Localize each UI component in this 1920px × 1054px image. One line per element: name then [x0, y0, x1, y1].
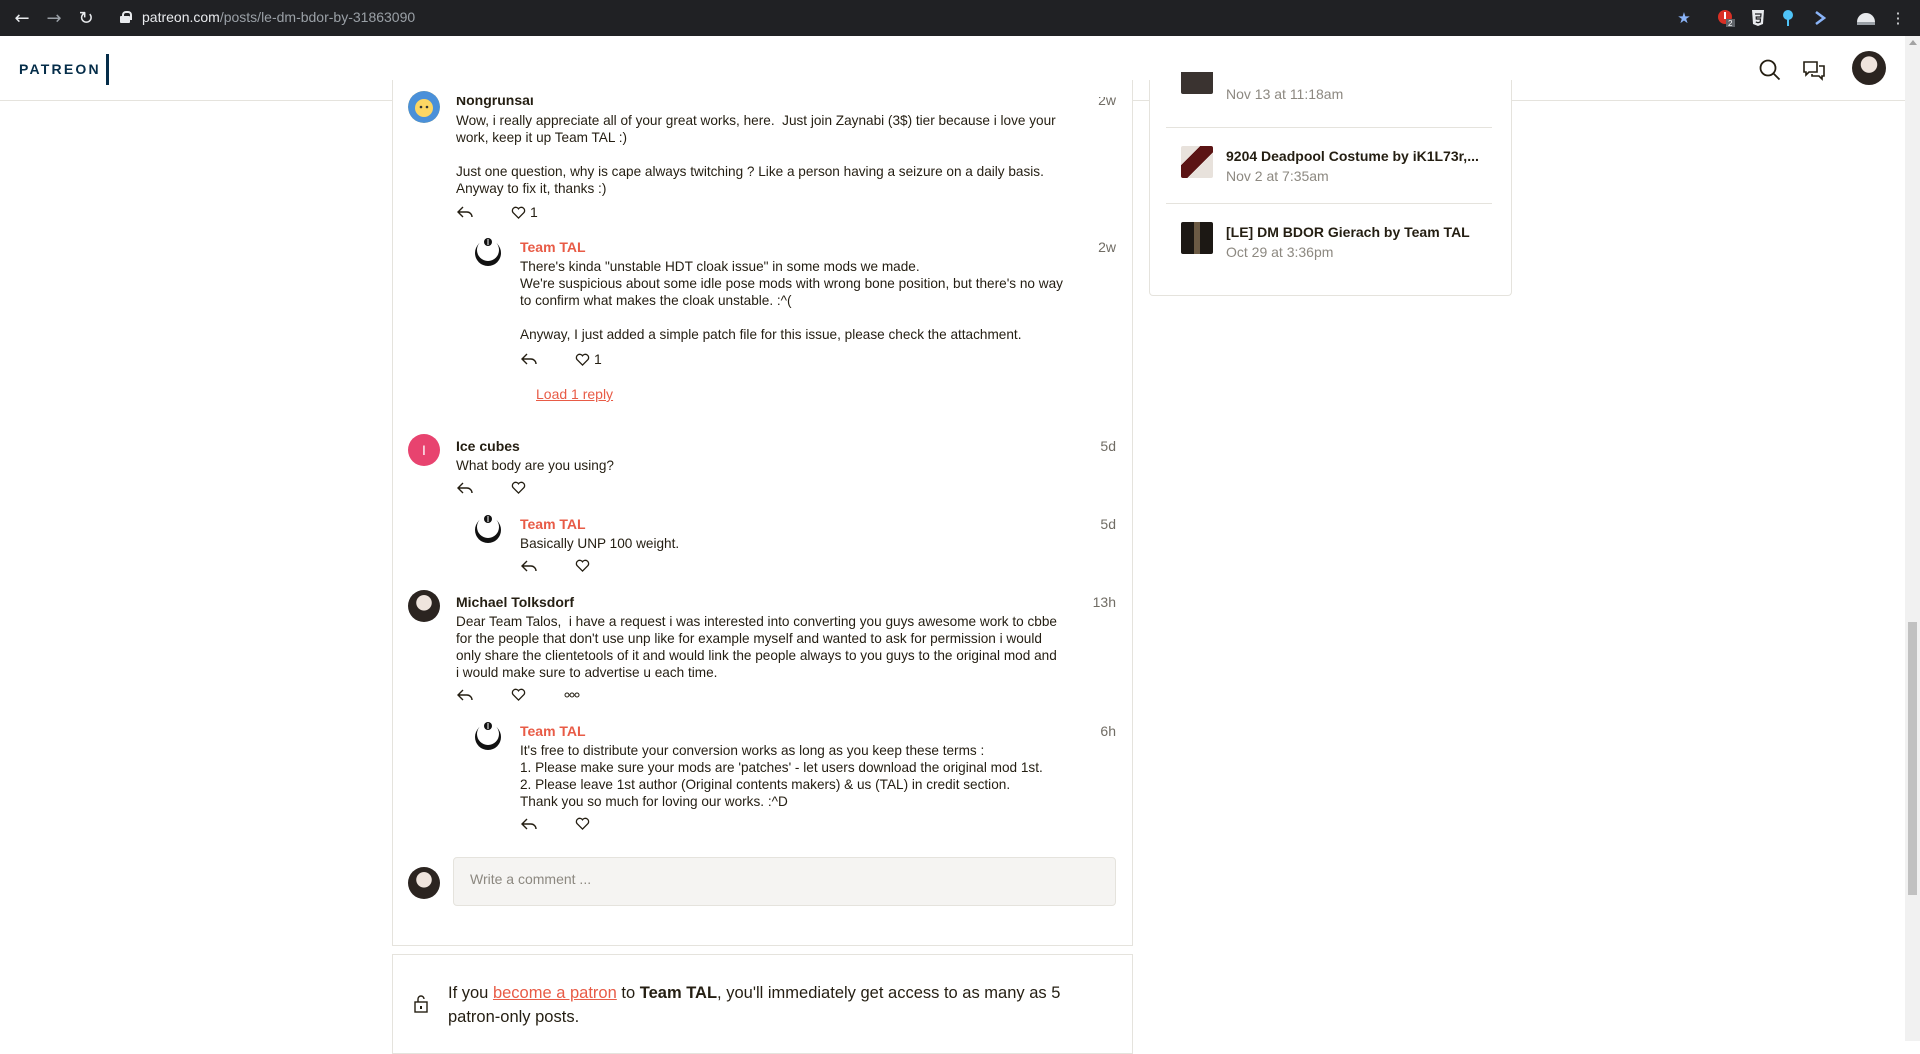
- become-patron-link[interactable]: become a patron: [493, 984, 617, 1002]
- extension-red-icon[interactable]: 2: [1716, 8, 1736, 28]
- comment-text: Wow, i really appreciate all of your gre…: [456, 113, 1056, 196]
- reply-icon[interactable]: [521, 818, 537, 830]
- post-date: Oct 29 at 3:36pm: [1226, 244, 1334, 260]
- reply-icon[interactable]: [521, 560, 537, 572]
- comment-author[interactable]: Michael Tolksdorf: [456, 594, 574, 610]
- creator-name[interactable]: Team TAL: [640, 984, 717, 1002]
- comment-text: Dear Team Talos, i have a request i was …: [456, 614, 1057, 680]
- team-tal-avatar[interactable]: [472, 512, 504, 544]
- reload-icon[interactable]: ↻: [70, 0, 102, 36]
- post-title: [LE] DM BDOR Gierach by Team TAL: [1226, 224, 1470, 240]
- bookmark-star-icon[interactable]: ★: [1674, 8, 1694, 28]
- url-domain: patreon.com: [142, 9, 220, 25]
- extension-html5-icon[interactable]: [1748, 8, 1768, 28]
- reply-icon[interactable]: [521, 353, 537, 365]
- lock-icon: [414, 995, 428, 1013]
- reply-icon[interactable]: [457, 482, 473, 494]
- post-date: Nov 13 at 11:18am: [1226, 86, 1344, 102]
- reply-actions: 1: [521, 351, 602, 367]
- logo-bar: [106, 54, 109, 85]
- reply-icon[interactable]: [457, 206, 473, 218]
- related-post[interactable]: 9204 Deadpool Costume by iK1L73r,... Nov…: [1166, 128, 1492, 204]
- reply-author[interactable]: Team TAL: [520, 239, 586, 255]
- reply-actions: [521, 559, 594, 572]
- avatar[interactable]: [408, 590, 440, 622]
- patreon-logo[interactable]: PATREON: [19, 61, 101, 77]
- team-tal-avatar[interactable]: [472, 719, 504, 751]
- comment-time: 5d: [1100, 438, 1116, 454]
- team-tal-avatar[interactable]: [472, 235, 504, 267]
- comment-actions: [457, 688, 580, 701]
- comment-actions: 1: [457, 204, 538, 220]
- like-button[interactable]: [575, 817, 594, 830]
- patron-notice-text: If you become a patron to Team TAL, you'…: [448, 984, 1061, 1026]
- profile-helmet-icon[interactable]: [1856, 8, 1876, 28]
- heart-icon: [511, 688, 526, 701]
- reply-time: 6h: [1100, 723, 1116, 739]
- browser-toolbar: ← → ↻ patreon.com/posts/le-dm-bdor-by-31…: [0, 0, 1920, 36]
- post-date: Nov 2 at 7:35am: [1226, 168, 1329, 184]
- scroll-up-arrow-icon[interactable]: [1909, 40, 1917, 45]
- comment-input[interactable]: Write a comment ...: [453, 857, 1116, 906]
- reply-author[interactable]: Team TAL: [520, 723, 586, 739]
- extension-arrow-icon[interactable]: [1810, 8, 1830, 28]
- heart-icon: [511, 206, 526, 219]
- lock-icon: [120, 11, 132, 23]
- like-button[interactable]: [575, 559, 594, 572]
- svg-text:2: 2: [1728, 19, 1733, 27]
- heart-icon: [575, 817, 590, 830]
- avatar[interactable]: I: [408, 434, 440, 466]
- comment-actions: [457, 481, 530, 494]
- back-icon[interactable]: ←: [6, 0, 38, 36]
- current-user-avatar: [408, 867, 440, 899]
- scrollbar-thumb[interactable]: [1908, 622, 1917, 895]
- address-bar[interactable]: patreon.com/posts/le-dm-bdor-by-31863090: [120, 9, 415, 25]
- browser-menu-icon[interactable]: ⋮: [1888, 8, 1908, 28]
- messages-icon[interactable]: [1800, 56, 1828, 84]
- like-button[interactable]: 1: [575, 351, 602, 367]
- user-avatar[interactable]: [1852, 51, 1886, 85]
- reply-icon[interactable]: [457, 689, 473, 701]
- reply-author[interactable]: Team TAL: [520, 516, 586, 532]
- related-post[interactable]: [LE] DM BDOR Gierach by Team TAL Oct 29 …: [1166, 204, 1492, 280]
- heart-icon: [575, 559, 590, 572]
- related-posts-card: Nov 13 at 11:18am 9204 Deadpool Costume …: [1149, 72, 1512, 296]
- reply-time: 2w: [1098, 239, 1116, 255]
- like-count: 1: [594, 351, 602, 367]
- post-thumbnail: [1181, 146, 1213, 178]
- reply-time: 5d: [1100, 516, 1116, 532]
- more-options-icon[interactable]: [564, 692, 580, 698]
- heart-icon: [511, 481, 526, 494]
- load-reply-link[interactable]: Load 1 reply: [536, 386, 613, 402]
- search-icon[interactable]: [1756, 56, 1784, 84]
- like-button[interactable]: [511, 688, 530, 701]
- post-thumbnail: [1181, 72, 1213, 94]
- like-button[interactable]: [511, 481, 530, 494]
- extension-pin-icon[interactable]: [1778, 8, 1798, 28]
- like-button[interactable]: 1: [511, 204, 538, 220]
- forward-icon[interactable]: →: [38, 0, 70, 36]
- comment-time: 13h: [1092, 594, 1116, 610]
- comment-text: What body are you using?: [456, 458, 614, 473]
- url-path: /posts/le-dm-bdor-by-31863090: [219, 9, 416, 25]
- avatar[interactable]: [408, 91, 440, 123]
- like-count: 1: [530, 204, 538, 220]
- reply-text: It's free to distribute your conversion …: [520, 743, 1043, 809]
- heart-icon: [575, 353, 590, 366]
- post-thumbnail: [1181, 222, 1213, 254]
- related-post[interactable]: Nov 13 at 11:18am: [1166, 72, 1492, 128]
- reply-actions: [521, 817, 594, 830]
- post-title: 9204 Deadpool Costume by iK1L73r,...: [1226, 148, 1479, 164]
- reply-text: There's kinda "unstable HDT cloak issue"…: [520, 259, 1063, 342]
- reply-text: Basically UNP 100 weight.: [520, 536, 680, 551]
- comment-author[interactable]: Ice cubes: [456, 438, 520, 454]
- patron-notice-card: If you become a patron to Team TAL, you'…: [392, 954, 1133, 1054]
